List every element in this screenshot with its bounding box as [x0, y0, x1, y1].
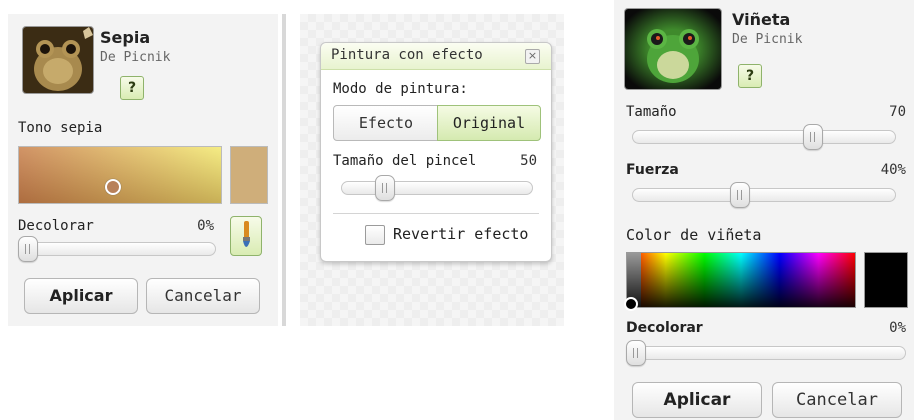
apply-button[interactable]: Aplicar [24, 278, 138, 314]
brush-slider-thumb[interactable] [375, 175, 396, 201]
vignette-panel: Viñeta De Picnik ? Tamaño 70 Fuerza 40% … [614, 0, 914, 420]
strength-slider-thumb[interactable] [729, 182, 750, 208]
vignette-preview-image [624, 8, 722, 90]
fade-slider-thumb[interactable] [626, 340, 646, 366]
brush-size-value: 50 [520, 153, 537, 169]
dialog-header: Pintura con efecto × [321, 43, 551, 70]
help-button[interactable]: ? [120, 76, 144, 100]
size-label: Tamaño [626, 104, 677, 120]
close-icon[interactable]: × [525, 49, 540, 64]
vignette-color-label: Color de viñeta [626, 226, 762, 244]
brush-tool-button[interactable] [230, 216, 262, 256]
fade-slider-track[interactable] [626, 346, 906, 360]
mode-original-button[interactable]: Original [437, 105, 541, 141]
fade-label: Decolorar [626, 320, 703, 336]
fade-slider-thumb[interactable] [18, 236, 38, 262]
panel-title: Viñeta [732, 10, 791, 29]
strength-label: Fuerza [626, 162, 679, 178]
panel-divider [282, 14, 286, 326]
size-slider-track[interactable] [632, 130, 896, 144]
panel-author: De Picnik [732, 32, 803, 47]
tone-label: Tono sepia [18, 120, 103, 136]
mode-effect-button[interactable]: Efecto [333, 105, 439, 141]
strength-slider-track[interactable] [632, 188, 896, 202]
tone-gradient-picker[interactable] [18, 146, 222, 204]
sepia-preview-image [22, 26, 94, 94]
paint-effect-dialog: Pintura con efecto × Modo de pintura: Ef… [320, 42, 552, 262]
tone-picker-handle[interactable] [105, 179, 121, 195]
apply-button[interactable]: Aplicar [632, 382, 762, 418]
cancel-button[interactable]: Cancelar [772, 382, 902, 418]
fade-label: Decolorar [18, 218, 94, 234]
brush-size-label: Tamaño del pincel [333, 153, 477, 169]
tone-color-swatch [230, 146, 268, 204]
panel-author: De Picnik [100, 50, 171, 65]
size-value: 70 [889, 104, 906, 120]
vignette-color-spectrum[interactable] [624, 252, 856, 311]
sepia-panel: Sepia De Picnik ? Tono sepia Decolorar 0… [8, 14, 278, 326]
help-button[interactable]: ? [738, 64, 762, 88]
panel-title: Sepia [100, 28, 151, 47]
fade-value: 0% [197, 218, 214, 234]
strength-value: 40% [880, 162, 906, 178]
revert-effect-checkbox[interactable] [365, 225, 385, 245]
dialog-separator [333, 213, 539, 214]
revert-effect-label[interactable]: Revertir efecto [393, 225, 528, 243]
size-slider-thumb[interactable] [802, 124, 823, 150]
dialog-title: Pintura con efecto [331, 47, 483, 63]
fade-slider-track[interactable] [18, 242, 216, 256]
spectrum-picker-handle[interactable] [624, 297, 638, 311]
paint-mode-label: Modo de pintura: [333, 81, 468, 97]
vignette-color-swatch [864, 252, 908, 308]
brush-slider-track[interactable] [341, 181, 533, 195]
fade-value: 0% [889, 320, 906, 336]
paintbrush-icon [243, 221, 250, 247]
cancel-button[interactable]: Cancelar [146, 278, 260, 314]
